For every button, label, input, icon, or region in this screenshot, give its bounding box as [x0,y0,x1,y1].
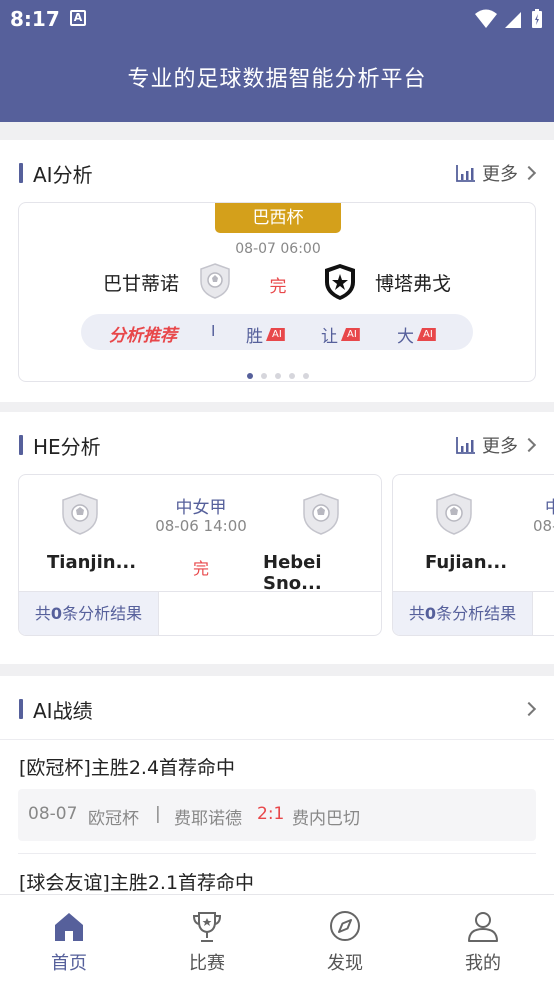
analysis-count-suffix: 条分析结果 [436,604,517,623]
card-footer-rest [159,591,381,635]
tab-profile[interactable]: 我的 [414,895,552,984]
divider [0,739,554,740]
ai-record-more-link[interactable] [518,696,537,722]
app-header: 专业的足球数据智能分析平台 [0,38,554,122]
recommend-over-label: 大 [397,327,414,347]
ai-record-section: AI战绩 [欧冠杯]主胜2.4首荐命中 08-07 欧冠杯 | 费耶诺德 2:1… [0,676,554,894]
tab-home-label: 首页 [51,953,87,974]
record-home-team: 费耶诺德 [174,809,242,829]
section-accent-bar [19,163,23,183]
status-bar: 8:17 A [0,0,554,38]
record-title[interactable]: [欧冠杯]主胜2.4首荐命中 [19,753,235,780]
recommend-win-label: 胜 [246,327,263,347]
bottom-tab-bar: 首页 比赛 发现 我的 [0,894,554,984]
away-team-name: Hebei Sno... [263,552,322,594]
home-team-name: Fujian... [425,552,508,573]
user-icon [468,912,498,942]
ai-analysis-title: AI分析 [33,163,93,187]
ai-analysis-section: AI分析 更多 巴西杯 08-07 06:00 巴甘蒂诺 完 博塔弗戈 分析推荐… [0,140,554,402]
pager-dot[interactable] [289,373,295,379]
cell-signal-icon [505,12,521,28]
chevron-right-icon [521,165,537,181]
ai-analysis-more-link[interactable]: 更多 [456,160,537,186]
chart-icon [456,165,475,182]
home-icon [55,913,83,941]
away-team-logo-icon [325,264,355,300]
match-datetime: 08- [533,517,554,535]
section-accent-bar [19,699,23,719]
analysis-count-value: 0 [424,604,437,623]
record-date: 08-07 [28,804,78,824]
pager-dot-active[interactable] [247,373,253,379]
more-label: 更多 [482,436,518,457]
ai-match-card[interactable]: 巴西杯 08-07 06:00 巴甘蒂诺 完 博塔弗戈 分析推荐 I 胜 AI 让… [18,202,536,382]
pager-dot[interactable] [261,373,267,379]
carousel-pager [19,364,537,383]
he-analysis-section: HE分析 更多 中女甲 08-06 14:00 Tianjin... 完 Heb… [0,412,554,664]
analysis-count: 共0条分析结果 [19,591,159,635]
he-match-card[interactable]: 中女甲 08-06 14:00 Tianjin... 完 Hebei Sno..… [18,474,382,636]
home-team-logo-icon [436,493,472,535]
tab-matches-label: 比赛 [189,953,225,974]
record-separator: | [155,804,161,824]
he-analysis-header: HE分析 更多 [0,412,554,476]
match-status: 完 [269,277,287,297]
recommend-handicap-label: 让 [321,327,338,347]
pager-dot[interactable] [275,373,281,379]
tab-discover[interactable]: 发现 [276,895,414,984]
analysis-count-prefix: 共 [408,604,425,623]
record-detail[interactable]: 08-07 欧冠杯 | 费耶诺德 2:1 费内巴切 [18,789,536,841]
cup-tag: 巴西杯 [215,203,341,233]
battery-icon [532,9,542,28]
match-league: 中 [545,493,554,518]
analysis-count: 共0条分析结果 [393,591,533,635]
notification-icon: A [70,10,86,26]
tab-discover-label: 发现 [327,953,363,974]
more-label: 更多 [482,164,518,185]
analysis-count-prefix: 共 [34,604,51,623]
he-analysis-more-link[interactable]: 更多 [456,432,537,458]
chevron-right-icon [521,437,537,453]
ai-analysis-header: AI分析 更多 [0,140,554,204]
tab-matches[interactable]: 比赛 [138,895,276,984]
trophy-icon [192,912,222,942]
chart-icon [456,437,475,454]
away-team-name: 博塔弗戈 [375,273,452,295]
analysis-count-suffix: 条分析结果 [62,604,143,623]
compass-icon [330,911,360,941]
recommend-over: 大 AI [397,322,436,347]
page-title: 专业的足球数据智能分析平台 [127,67,427,92]
recommend-win: 胜 AI [246,322,285,347]
tab-profile-label: 我的 [465,953,501,974]
ai-record-header[interactable]: AI战绩 [0,676,554,740]
he-analysis-title: HE分析 [33,435,101,459]
match-datetime: 08-07 06:00 [235,241,321,257]
analysis-count-value: 0 [50,604,63,623]
ai-record-title: AI战绩 [33,699,93,723]
recommend-title: 分析推荐 [109,326,177,346]
away-team-logo-icon [303,493,339,535]
ai-badge: AI [417,328,436,341]
section-accent-bar [19,435,23,455]
ai-badge: AI [266,328,285,341]
wifi-icon [475,9,497,28]
record-score: 2:1 [257,804,285,824]
ai-badge: AI [341,328,360,341]
chevron-right-icon [521,701,537,717]
recommend-bar: 分析推荐 I 胜 AI 让 AI 大 AI [81,314,473,350]
card-footer-rest [533,591,554,635]
pager-dot[interactable] [303,373,309,379]
status-time: 8:17 [10,7,60,31]
divider [18,853,536,854]
he-match-card[interactable]: 中 08- Fujian... 共0条分析结果 [392,474,554,636]
record-title[interactable]: [球会友谊]主胜2.1首荐命中 [19,868,254,894]
record-league: 欧冠杯 [88,809,139,829]
tab-home[interactable]: 首页 [0,895,138,984]
record-away-team: 费内巴切 [292,809,360,829]
recommend-handicap: 让 AI [321,322,360,347]
recommend-separator: I [211,322,216,340]
